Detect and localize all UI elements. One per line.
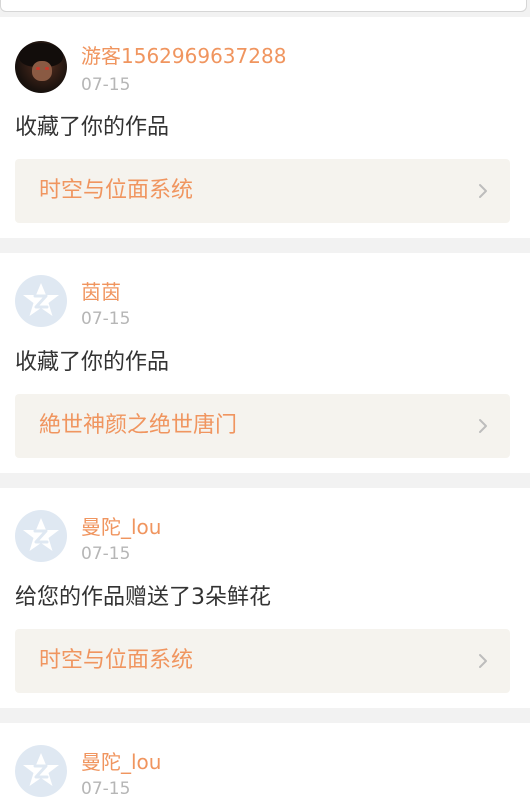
work-link[interactable]: 时空与位面系统 (15, 159, 510, 223)
chevron-right-icon (479, 654, 487, 668)
notification-card: 游客1562969637288 07-15 收藏了你的作品 时空与位面系统 (0, 17, 530, 238)
chevron-right-icon (479, 184, 487, 198)
top-area (0, 0, 530, 17)
work-title: 时空与位面系统 (39, 648, 194, 673)
timestamp: 07-15 (81, 544, 131, 564)
default-avatar-icon[interactable] (15, 275, 67, 327)
timestamp: 07-15 (81, 75, 131, 95)
activity-text: 收藏了你的作品 (15, 115, 170, 140)
user-photo-avatar[interactable] (15, 41, 67, 93)
notification-card: 茵茵 07-15 收藏了你的作品 絶世神颜之绝世唐门 (0, 253, 530, 473)
chevron-right-icon (479, 419, 487, 433)
notification-card: 曼陀_lou 07-15 (0, 723, 530, 809)
timestamp: 07-15 (81, 779, 131, 799)
work-link[interactable]: 时空与位面系统 (15, 629, 510, 693)
username[interactable]: 曼陀_lou (81, 750, 161, 774)
work-link[interactable]: 絶世神颜之绝世唐门 (15, 394, 510, 458)
timestamp: 07-15 (81, 309, 131, 329)
default-avatar-icon[interactable] (15, 510, 67, 562)
username[interactable]: 曼陀_lou (81, 515, 161, 539)
notifications-page: 游客1562969637288 07-15 收藏了你的作品 时空与位面系统 茵茵… (0, 0, 530, 809)
search-input-edge[interactable] (0, 0, 527, 12)
work-title: 絶世神颜之绝世唐门 (39, 413, 238, 438)
activity-text: 收藏了你的作品 (15, 350, 170, 375)
default-avatar-icon[interactable] (15, 745, 67, 797)
notification-card: 曼陀_lou 07-15 给您的作品赠送了3朵鲜花 时空与位面系统 (0, 488, 530, 708)
activity-text: 给您的作品赠送了3朵鲜花 (15, 585, 271, 610)
username[interactable]: 茵茵 (81, 280, 121, 304)
work-title: 时空与位面系统 (39, 178, 194, 203)
username[interactable]: 游客1562969637288 (81, 44, 286, 68)
